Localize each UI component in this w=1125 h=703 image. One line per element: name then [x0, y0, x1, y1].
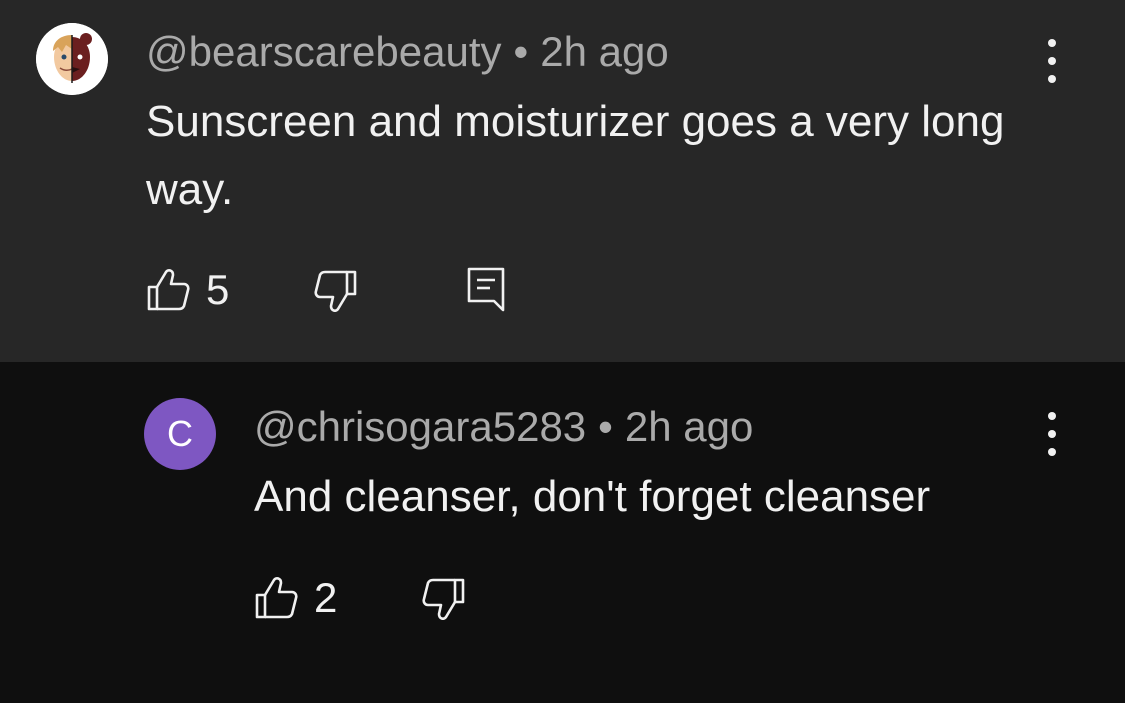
comment-reply-icon [467, 267, 505, 312]
thumbs-down-icon [422, 578, 465, 620]
comment-meta: @bearscarebeauty • 2h ago [146, 26, 669, 78]
like-count: 5 [206, 266, 230, 313]
author-name[interactable]: @chrisogara5283 [254, 403, 586, 450]
like-button[interactable]: 2 [254, 574, 337, 622]
like-count: 2 [314, 574, 338, 621]
thumbs-down-icon [314, 270, 357, 312]
avatar[interactable] [36, 23, 108, 95]
more-vertical-icon [1048, 412, 1056, 420]
meta-separator: • [598, 403, 613, 450]
bear-face-avatar-icon [36, 23, 108, 95]
timestamp: 2h ago [540, 28, 669, 75]
comment-meta: @chrisogara5283 • 2h ago [254, 401, 753, 453]
like-button[interactable]: 5 [146, 266, 229, 314]
thumbs-up-icon [147, 269, 190, 311]
dislike-button[interactable] [422, 576, 466, 622]
thumbs-up-icon [255, 577, 298, 619]
dislike-button[interactable] [314, 268, 358, 314]
timestamp: 2h ago [624, 403, 754, 450]
meta-separator: • [513, 28, 529, 75]
reply-button[interactable] [466, 266, 506, 314]
comment-text: Sunscreen and moisturizer goes a very lo… [146, 97, 1005, 214]
author-name[interactable]: @bearscarebeauty [146, 28, 502, 75]
avatar[interactable]: C [144, 398, 216, 470]
comment-text: And cleanser, don't forget cleanser [254, 472, 931, 521]
more-vertical-icon [1048, 39, 1056, 47]
more-options-button[interactable] [1040, 412, 1064, 456]
more-options-button[interactable] [1040, 39, 1064, 83]
